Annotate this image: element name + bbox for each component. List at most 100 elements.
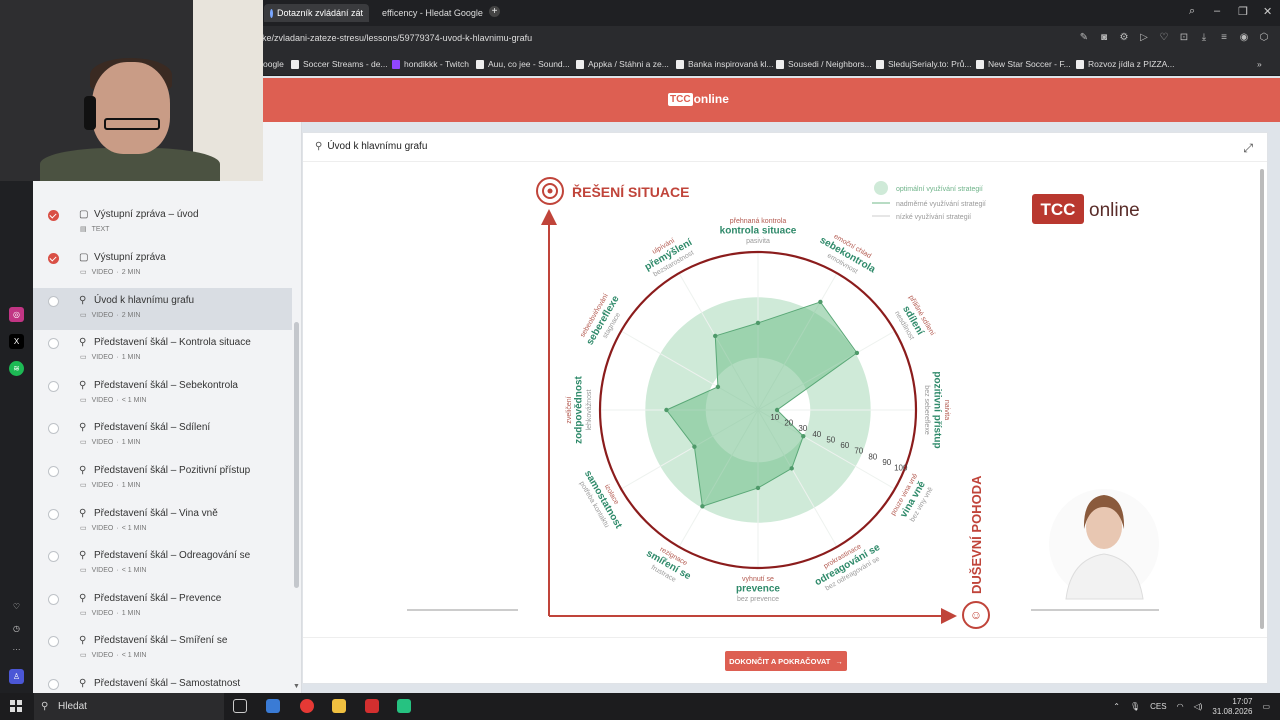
new-tab-button[interactable]: + <box>489 6 500 17</box>
volume-icon[interactable]: ◁) <box>1194 702 1203 711</box>
status-circle-icon <box>48 594 59 605</box>
data-point <box>715 384 721 390</box>
extension-icon[interactable]: ⬡ <box>1258 32 1270 44</box>
video-icon: ▭ <box>80 354 89 361</box>
lesson-item[interactable]: ⚲ Představení škál – Odreagování se ▭ VIDE… <box>33 543 292 585</box>
magnifier-icon: ⚲ <box>79 678 87 689</box>
bookmark[interactable]: SledujSerialy.to: Prů... <box>876 59 971 69</box>
bookmark[interactable]: Auu, co jee - Sound... <box>476 59 570 69</box>
continue-button[interactable]: DOKONČIT A POKRAČOVAT → <box>725 651 847 671</box>
edit-icon[interactable]: ✎ <box>1078 32 1090 44</box>
app-icon[interactable] <box>365 699 379 713</box>
lesson-item[interactable]: ⚲ Představení škál – Sebekontrola ▭ VIDEO ·… <box>33 373 292 415</box>
page-icon <box>476 59 484 69</box>
language-indicator[interactable]: CES <box>1150 702 1166 711</box>
data-point <box>789 466 794 471</box>
menu-icon[interactable]: ≡ <box>1218 32 1230 44</box>
bookmark[interactable]: Soccer Streams - de... <box>291 59 388 69</box>
tab-dotaznik[interactable]: Dotazník zvládání zát <box>264 4 369 22</box>
lesson-item[interactable]: ⚲ Představení škál – Sdílení ▭ VIDEO · 1 MIN <box>33 415 292 457</box>
vertical-axis-label: DUŠEVNÍ POHODA <box>969 475 984 594</box>
minimize-icon[interactable]: – <box>1214 5 1220 17</box>
taskbar-search[interactable]: ⚲ Hledat <box>34 693 224 720</box>
bookmark[interactable]: Banka inspirovaná kl... <box>676 59 774 69</box>
bookmark[interactable]: New Star Soccer - F... <box>976 59 1071 69</box>
search-tabs-icon[interactable]: ⌕ <box>1189 5 1195 18</box>
content-scrollbar[interactable] <box>1260 169 1264 629</box>
notification-icon[interactable]: ♙ <box>9 669 24 684</box>
lesson-type: VIDEO <box>91 439 114 446</box>
scroll-down-icon[interactable]: ▼ <box>293 683 300 690</box>
file-explorer-icon[interactable] <box>332 699 346 713</box>
more-bookmarks-icon[interactable]: » <box>1257 59 1262 69</box>
chart-logo: TCC online <box>1032 194 1140 224</box>
close-window-icon[interactable]: ✕ <box>1263 5 1272 18</box>
box-icon[interactable]: ⊡ <box>1178 32 1190 44</box>
axis-label: bez sebereflexe <box>923 385 930 435</box>
chevron-up-icon[interactable]: ⌃ <box>1113 702 1120 711</box>
search-icon: ⚲ <box>41 701 49 712</box>
lesson-item[interactable]: ⚲ Představení škál – Prevence ▭ VIDEO · 1 MI… <box>33 586 292 628</box>
play-icon[interactable]: ▷ <box>1138 32 1150 44</box>
lesson-item[interactable]: ⚲ Představení škál – Vina vně ▭ VIDEO · < 1 … <box>33 501 292 543</box>
opera-icon[interactable] <box>300 699 314 713</box>
separator: · <box>116 312 119 319</box>
task-view-icon[interactable] <box>233 699 247 713</box>
axis-label: pasivita <box>746 238 770 245</box>
url-field[interactable]: ke/zvladani-zateze-stresu/lessons/597793… <box>262 33 532 43</box>
maximize-icon[interactable]: ❐ <box>1238 5 1248 18</box>
store-icon[interactable] <box>266 699 280 713</box>
lesson-type: VIDEO <box>91 269 114 276</box>
lesson-item[interactable]: ▢ Výstupní zpráva ▭ VIDEO · 2 MIN <box>33 245 292 287</box>
lesson-item[interactable]: ⚲ Představení škál – Pozitivní přístup ▭ V… <box>33 458 292 500</box>
data-point <box>755 485 761 491</box>
app-icon[interactable] <box>397 699 411 713</box>
spotify-icon[interactable]: ≋ <box>9 361 24 376</box>
heart-icon[interactable]: ♡ <box>1158 32 1170 44</box>
tcc-logo[interactable]: TCC online <box>668 92 729 106</box>
lesson-item[interactable]: ⚲ Úvod k hlavnímu grafu ▭ VIDEO · 2 MIN <box>33 288 292 330</box>
system-tray: ⌃ 🎙 CES ◠ ◁) 17:07 31.08.2026 ▭ <box>1113 693 1270 720</box>
lesson-item[interactable]: ⚲ Představení škál – Smíření se ▭ VIDEO · < … <box>33 628 292 670</box>
lesson-item[interactable]: ⚲ Představení škál – Kontrola situace ▭ VI… <box>33 330 292 372</box>
logo-box: TCC <box>668 92 693 106</box>
separator: · <box>116 354 119 361</box>
x-icon[interactable]: X <box>9 334 24 349</box>
history-icon[interactable]: ◷ <box>9 621 24 636</box>
windows-start-icon[interactable] <box>10 700 22 712</box>
status-circle-icon <box>48 679 59 690</box>
status-circle-icon <box>48 466 59 477</box>
tab-efficency[interactable]: efficency - Hledat Google × <box>372 4 485 22</box>
fullscreen-icon[interactable]: ⤢ <box>1243 141 1253 156</box>
notifications-icon[interactable]: ▭ <box>1262 702 1270 711</box>
bookmark[interactable]: oogle <box>263 59 284 69</box>
instagram-icon[interactable]: ◎ <box>9 307 24 322</box>
wifi-icon[interactable]: ◠ <box>1177 702 1184 711</box>
settings-icon[interactable]: ⚙ <box>1118 32 1130 44</box>
lesson-title: Úvod k hlavnímu grafu <box>94 295 195 306</box>
heart-icon[interactable]: ♡ <box>9 599 24 614</box>
twitch-icon <box>392 59 400 69</box>
lesson-type: TEXT <box>91 226 110 233</box>
sidebar-scrollbar[interactable] <box>294 322 299 588</box>
microphone-icon[interactable]: 🎙 <box>1130 702 1140 711</box>
download-icon[interactable]: ⤓ <box>1198 32 1210 44</box>
bookmark[interactable]: Sousedi / Neighbors... <box>776 59 872 69</box>
bookmark[interactable]: Appka / Stáhni a ze... <box>576 59 669 69</box>
status-circle-icon <box>48 296 59 307</box>
lesson-meta: ▭ VIDEO·< 1 MIN <box>80 524 146 532</box>
profile-icon[interactable]: ◉ <box>1238 32 1250 44</box>
lesson-title: Představení škál – Vina vně <box>94 508 218 519</box>
bookmark[interactable]: Rozvoz jídla z PIZZA... <box>1076 59 1174 69</box>
logo-text: online <box>1089 200 1140 221</box>
camera-icon[interactable]: ◙ <box>1098 32 1110 44</box>
status-circle-icon <box>48 551 59 562</box>
lesson-item[interactable]: ▢ Výstupní zpráva – úvod ▤ TEXT <box>33 202 292 244</box>
clock[interactable]: 17:07 31.08.2026 <box>1212 697 1252 717</box>
lesson-duration: < 1 MIN <box>121 525 147 532</box>
left-rail: ◎ X ≋ ♡ ◷ ··· ♙ <box>0 181 33 693</box>
bookmark[interactable]: hondikkk - Twitch <box>392 59 469 69</box>
tab-label: efficency - Hledat Google <box>382 8 483 18</box>
radial-tick-label: 100 <box>894 464 908 473</box>
more-icon[interactable]: ··· <box>9 642 24 657</box>
